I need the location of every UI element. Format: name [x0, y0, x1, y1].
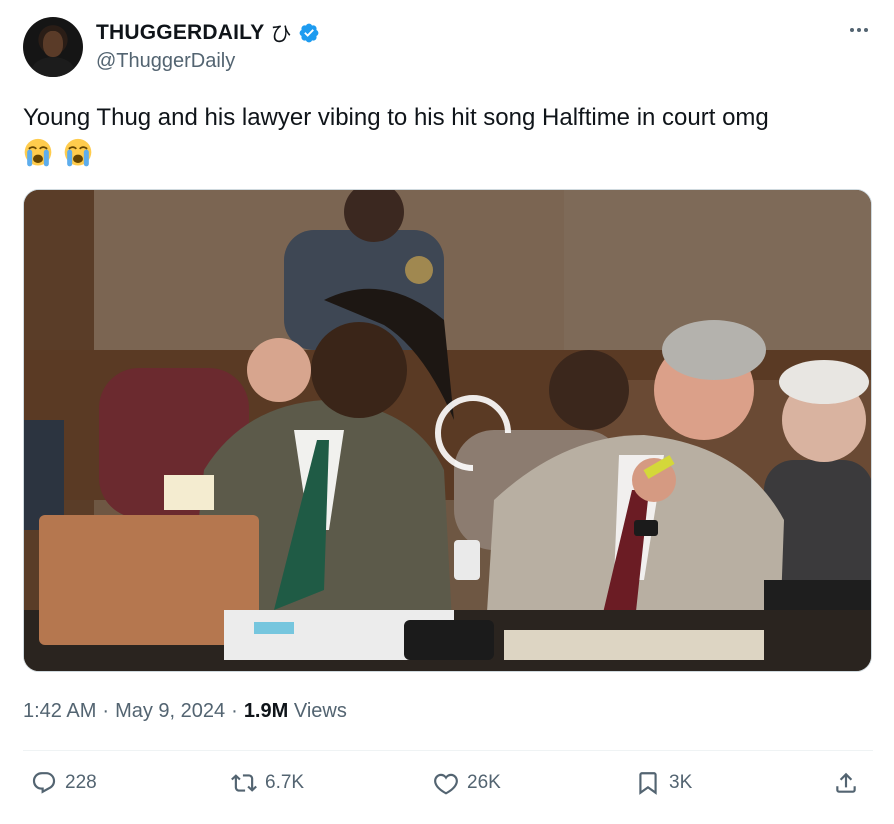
bookmark-button[interactable]: 3K — [635, 770, 692, 796]
meta-separator: · — [102, 700, 110, 722]
tweet-emojis — [23, 138, 93, 168]
more-dot — [857, 28, 861, 32]
share-button[interactable] — [833, 770, 859, 796]
loudly-crying-face-icon — [24, 138, 52, 167]
tweet-video[interactable] — [23, 189, 872, 672]
divider — [23, 750, 873, 751]
author-name-row: THUGGERDAILY ひ — [96, 18, 320, 48]
verified-badge-icon — [300, 23, 319, 43]
reply-icon — [32, 772, 56, 794]
bookmark-icon — [639, 772, 657, 795]
like-count: 26K — [467, 772, 501, 793]
repost-button[interactable]: 6.7K — [231, 770, 304, 796]
tweet-time[interactable]: 1:42 AM — [23, 700, 96, 723]
views-label: Views — [293, 700, 347, 722]
author-handle[interactable]: @ThuggerDaily — [96, 50, 235, 73]
avatar-face — [43, 31, 63, 57]
views-count: 1.9M — [243, 700, 289, 722]
tweet-actions: 228 6.7K 26K 3K — [23, 770, 873, 806]
meta-separator: · — [231, 700, 238, 722]
tweet-meta: 1:42 AM · May 9, 2024 · 1.9M Views — [23, 700, 347, 723]
tweet-text: Young Thug and his lawyer vibing to his … — [23, 104, 769, 131]
avatar-body — [31, 57, 75, 77]
repost-count: 6.7K — [265, 772, 305, 793]
like-button[interactable]: 26K — [433, 770, 501, 796]
tweet-date[interactable]: May 9, 2024 — [115, 700, 225, 723]
more-dot — [864, 28, 868, 32]
more-dot — [850, 28, 854, 32]
author-display-name[interactable]: THUGGERDAILY — [96, 21, 264, 45]
author-name-glyph: ひ — [270, 22, 292, 46]
heart-icon — [434, 773, 458, 795]
loudly-crying-face-icon — [64, 138, 92, 167]
author-avatar[interactable] — [23, 17, 83, 77]
repost-icon — [231, 774, 257, 792]
reply-button[interactable]: 228 — [31, 770, 97, 796]
reply-count: 228 — [65, 772, 97, 793]
video-loading-spinner-icon — [435, 395, 511, 471]
more-options-icon[interactable] — [846, 20, 872, 40]
bookmark-count: 3K — [669, 772, 693, 793]
share-icon — [836, 772, 856, 793]
